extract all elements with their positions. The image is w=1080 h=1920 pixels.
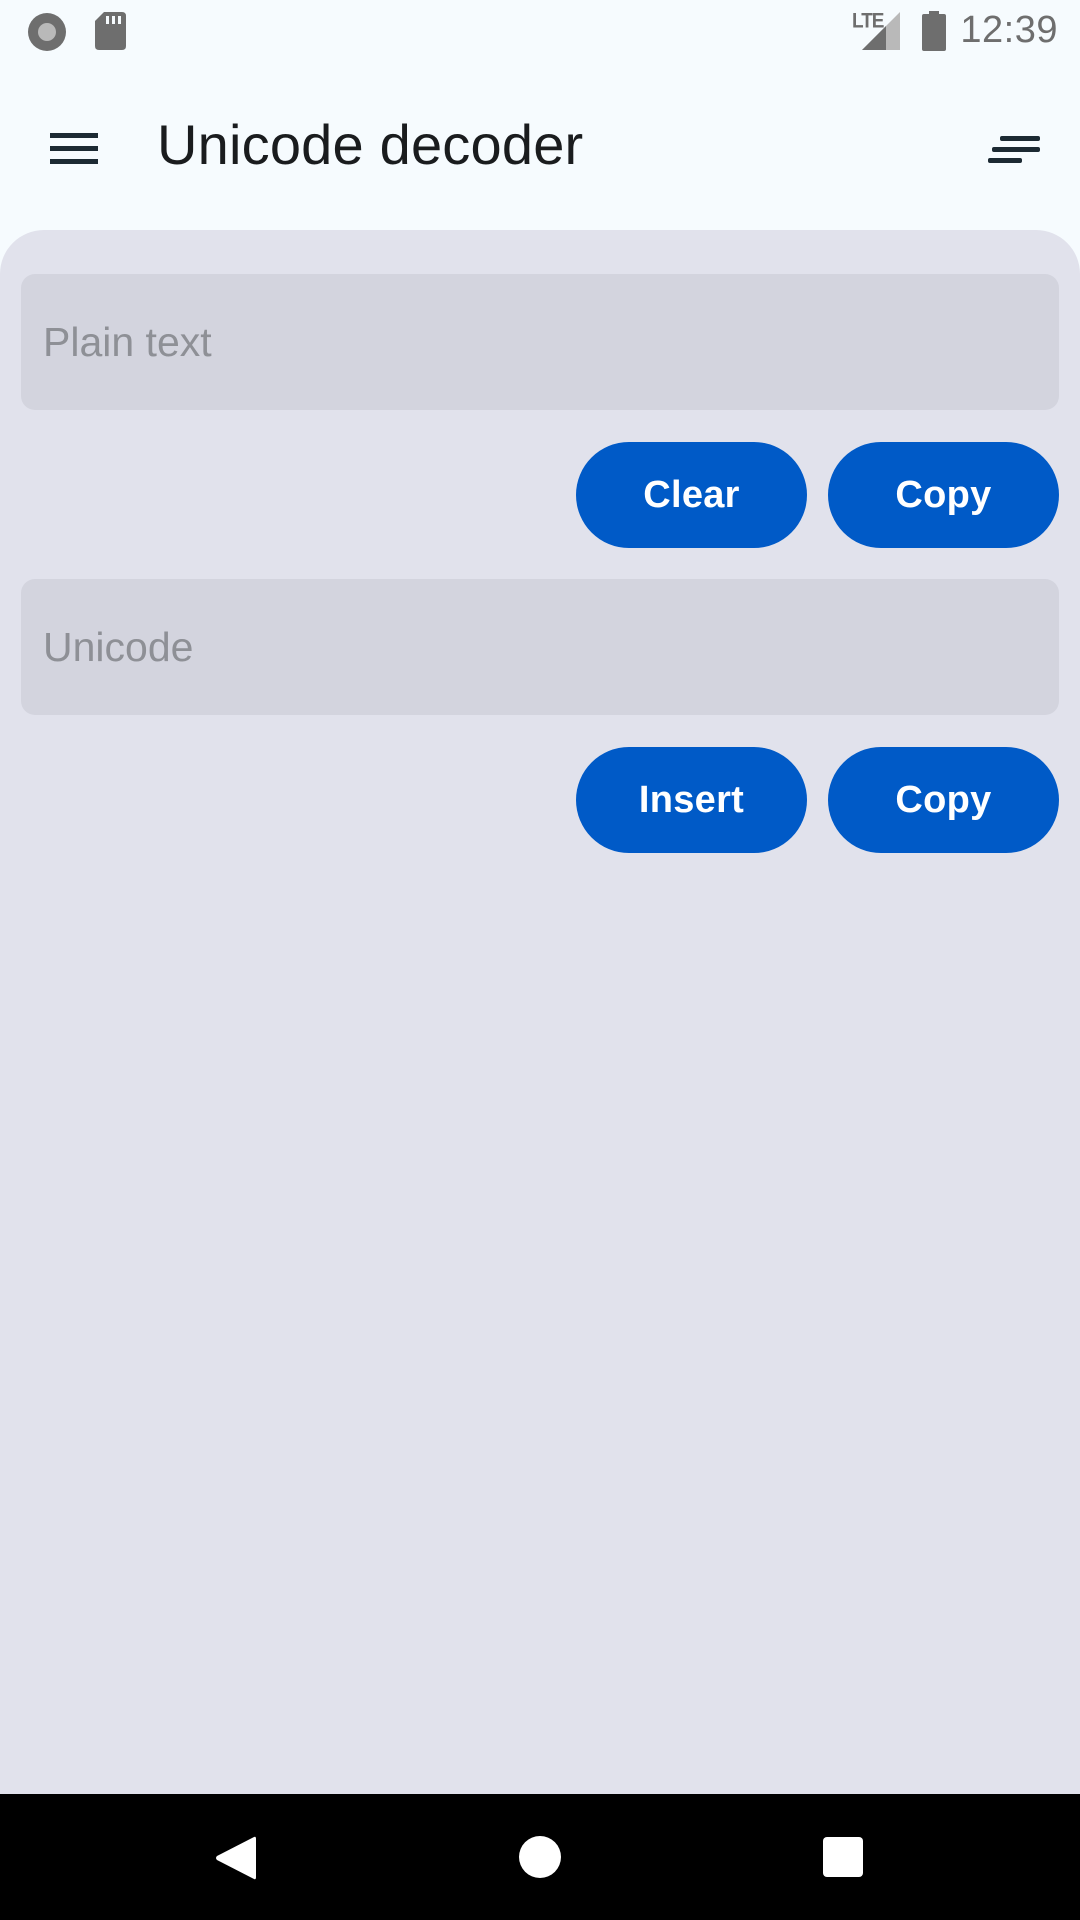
clock: 12:39 (960, 9, 1058, 51)
unicode-input[interactable] (21, 579, 1059, 715)
copy-plain-text-button[interactable]: Copy (828, 442, 1059, 548)
battery-icon (922, 11, 946, 51)
sort-icon[interactable] (978, 116, 1050, 180)
recents-icon[interactable] (823, 1837, 863, 1877)
sd-card-icon (95, 12, 126, 50)
clear-button[interactable]: Clear (576, 442, 807, 548)
plain-text-input[interactable] (21, 274, 1059, 410)
insert-button[interactable]: Insert (576, 747, 807, 853)
app-bar: Unicode decoder (0, 64, 1080, 230)
page-title: Unicode decoder (157, 113, 584, 176)
back-icon[interactable] (214, 1834, 256, 1882)
home-icon[interactable] (519, 1836, 561, 1878)
status-bar: LTE 12:39 (0, 0, 1080, 64)
copy-unicode-button[interactable]: Copy (828, 747, 1059, 853)
hamburger-menu-icon[interactable] (34, 116, 114, 180)
navigation-bar (0, 1794, 1080, 1920)
record-icon (28, 13, 66, 51)
content-card: Clear Copy Insert Copy (0, 230, 1080, 1794)
signal-icon (862, 12, 900, 50)
